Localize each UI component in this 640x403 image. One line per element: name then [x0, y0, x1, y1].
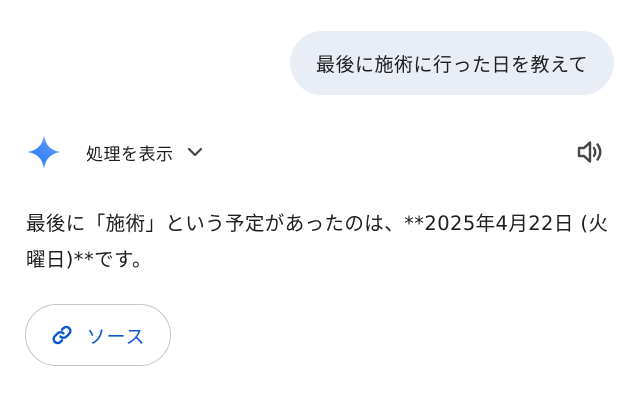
- user-message-text: 最後に施術に行った日を教えて: [315, 53, 588, 76]
- link-icon: [50, 323, 74, 347]
- assistant-answer-text: 最後に「施術」という予定があったのは、**2025年4月22日 (火曜日)**で…: [26, 212, 609, 271]
- chat-page: 最後に施術に行った日を教えて 処理を表示 最後に「施術」という予定があったのは、…: [0, 0, 640, 403]
- show-thinking-label: 処理を表示: [86, 144, 174, 165]
- chevron-down-icon: [186, 143, 204, 161]
- response-header: 処理を表示: [24, 130, 616, 174]
- show-thinking-toggle[interactable]: 処理を表示: [86, 140, 204, 165]
- gemini-spark-icon: [24, 132, 64, 172]
- sources-button[interactable]: ソース: [25, 304, 171, 366]
- speaker-icon[interactable]: [574, 136, 606, 168]
- user-message-bubble: 最後に施術に行った日を教えて: [289, 31, 614, 95]
- sources-label: ソース: [86, 325, 146, 348]
